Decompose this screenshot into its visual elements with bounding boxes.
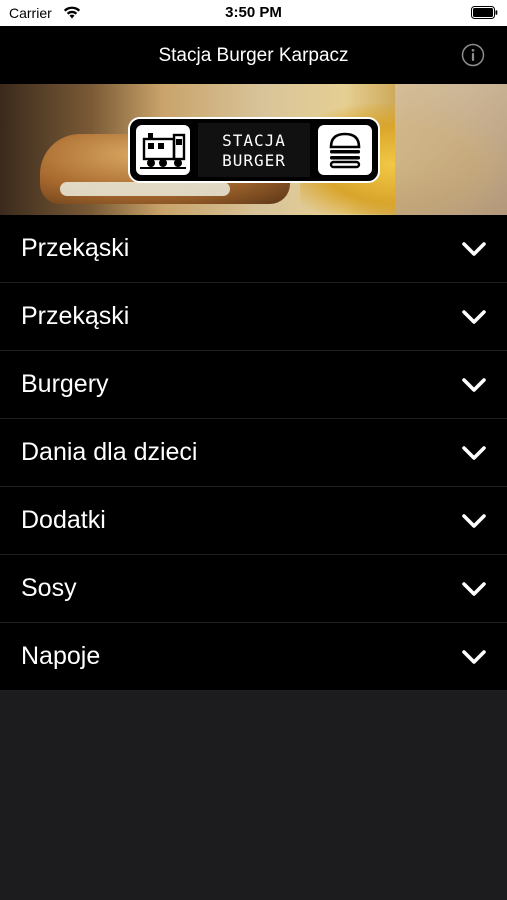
info-icon[interactable] <box>461 43 485 67</box>
train-icon <box>140 133 186 169</box>
train-icon-box <box>134 123 192 177</box>
category-label: Przekąski <box>21 302 130 330</box>
battery-icon <box>471 6 498 19</box>
status-bar: Carrier 3:50 PM <box>0 0 507 26</box>
page-title: Stacja Burger Karpacz <box>158 45 349 66</box>
restaurant-logo: STACJA BURGER <box>128 117 380 183</box>
logo-line-1: STACJA <box>222 131 286 150</box>
menu-category-napoje[interactable]: Napoje <box>0 623 507 691</box>
burger-icon-box <box>316 123 374 177</box>
burger-icon <box>329 132 361 169</box>
logo-line-2: BURGER <box>222 151 286 170</box>
category-label: Sosy <box>21 574 77 602</box>
category-label: Napoje <box>21 642 101 670</box>
menu-category-przekaski-2[interactable]: Przekąski <box>0 283 507 351</box>
menu-category-przekaski[interactable]: Przekąski <box>0 215 507 283</box>
menu-category-dodatki[interactable]: Dodatki <box>0 487 507 555</box>
menu-category-dania-dla-dzieci[interactable]: Dania dla dzieci <box>0 419 507 487</box>
menu-category-sosy[interactable]: Sosy <box>0 555 507 623</box>
category-label: Burgery <box>21 370 109 398</box>
clock: 3:50 PM <box>225 4 282 21</box>
chevron-down-icon[interactable] <box>461 306 487 328</box>
category-label: Dodatki <box>21 506 106 534</box>
banner-sauce <box>60 182 230 196</box>
menu-category-list: Przekąski Przekąski Burgery Dania dla dz… <box>0 215 507 691</box>
banner-paper <box>395 84 507 215</box>
chevron-down-icon[interactable] <box>461 442 487 464</box>
category-label: Przekąski <box>21 234 130 262</box>
category-label: Dania dla dzieci <box>21 438 198 466</box>
logo-wordmark: STACJA BURGER <box>198 123 310 177</box>
chevron-down-icon[interactable] <box>461 510 487 532</box>
chevron-down-icon[interactable] <box>461 238 487 260</box>
chevron-down-icon[interactable] <box>461 578 487 600</box>
navigation-bar: Stacja Burger Karpacz <box>0 26 507 84</box>
chevron-down-icon[interactable] <box>461 374 487 396</box>
menu-category-burgery[interactable]: Burgery <box>0 351 507 419</box>
chevron-down-icon[interactable] <box>461 646 487 668</box>
